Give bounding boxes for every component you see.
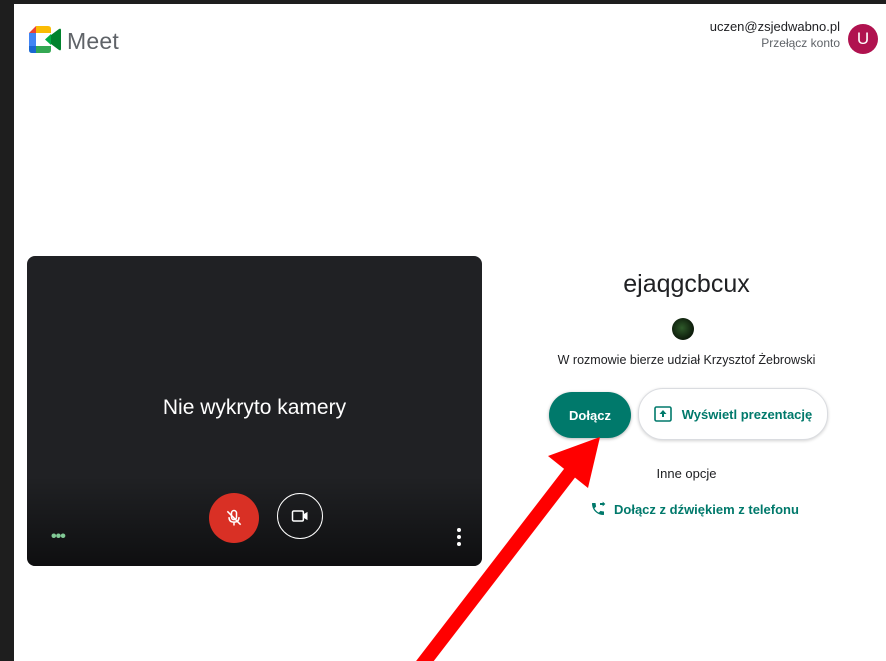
videocam-icon	[291, 510, 308, 522]
video-preview: Nie wykryto kamery •••	[27, 256, 482, 566]
join-with-phone-audio-link[interactable]: Dołącz z dźwiękiem z telefonu	[590, 501, 799, 517]
app-name: Meet	[67, 28, 119, 54]
account-avatar[interactable]: U	[848, 24, 878, 54]
present-to-all-icon	[653, 406, 672, 422]
present-button[interactable]: Wyświetl prezentację	[638, 388, 828, 440]
participant-avatar	[672, 318, 694, 340]
more-vert-icon	[457, 528, 461, 546]
more-options-button[interactable]	[453, 526, 465, 548]
microphone-toggle-button[interactable]	[209, 493, 259, 543]
join-button[interactable]: Dołącz	[549, 392, 631, 438]
camera-toggle-button[interactable]	[277, 493, 323, 539]
participants-text: W rozmowie bierze udział Krzysztof Żebro…	[557, 353, 816, 367]
switch-account-link[interactable]: Przełącz konto	[710, 35, 840, 51]
meet-prejoin-window: Meet uczen@zsjedwabno.pl Przełącz konto …	[14, 4, 886, 661]
other-options-label: Inne opcje	[656, 466, 717, 481]
mic-off-icon	[226, 509, 242, 526]
meeting-code: ejaqgcbcux	[623, 270, 750, 298]
account-email: uczen@zsjedwabno.pl	[709, 19, 840, 34]
no-camera-message: Nie wykryto kamery	[162, 396, 347, 419]
phone-join-label: Dołącz z dźwiękiem z telefonu	[614, 501, 799, 517]
more-horiz-icon[interactable]: •••	[51, 528, 66, 546]
header: Meet uczen@zsjedwabno.pl Przełącz konto …	[14, 4, 886, 74]
meet-logo-icon	[29, 26, 61, 53]
phone-forwarded-icon	[592, 501, 606, 515]
present-button-label: Wyświetl prezentację	[681, 406, 813, 422]
account-info: uczen@zsjedwabno.pl Przełącz konto	[710, 18, 840, 51]
